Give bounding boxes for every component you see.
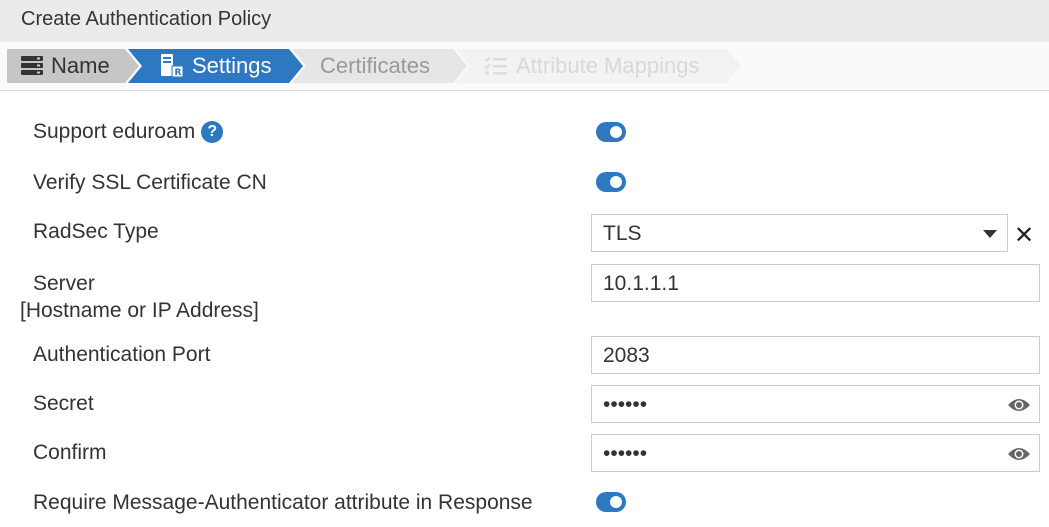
clear-icon[interactable]: ✕ <box>1014 221 1034 250</box>
step-label: Attribute Mappings <box>516 53 700 78</box>
require-msg-auth-label: Require Message-Authenticator attribute … <box>33 491 533 514</box>
server-icon <box>21 56 43 76</box>
confirm-label: Confirm <box>33 441 107 464</box>
checklist-icon <box>484 56 508 76</box>
radius-server-icon: R <box>160 54 184 78</box>
auth-port-input[interactable]: 2083 <box>591 336 1040 374</box>
secret-label: Secret <box>33 392 94 415</box>
help-icon[interactable]: ? <box>201 121 224 143</box>
step-attribute-mappings[interactable]: Attribute Mappings <box>456 49 741 83</box>
step-label: Settings <box>192 53 272 78</box>
require-msg-auth-toggle[interactable] <box>596 492 626 512</box>
secret-value: •••••• <box>603 393 648 416</box>
auth-port-label: Authentication Port <box>33 343 211 366</box>
chevron-down-icon <box>983 230 997 238</box>
eye-icon[interactable] <box>1007 395 1031 419</box>
server-sublabel: [Hostname or IP Address] <box>20 299 259 322</box>
label-text: Support eduroam <box>33 120 196 143</box>
verify-ssl-label: Verify SSL Certificate CN <box>33 171 267 194</box>
support-eduroam-label: Support eduroam? <box>33 120 224 144</box>
step-name[interactable]: Name <box>7 49 139 83</box>
step-label: Certificates <box>320 53 431 78</box>
step-settings[interactable]: R Settings <box>128 49 303 83</box>
server-label: Server <box>33 272 95 295</box>
verify-ssl-toggle[interactable] <box>596 172 626 192</box>
wizard-steps: Name R Settings Certificates Attribute M… <box>0 42 1049 91</box>
svg-text:R: R <box>175 68 182 78</box>
confirm-input[interactable]: •••••• <box>591 434 1040 472</box>
step-certificates[interactable]: Certificates <box>292 49 467 83</box>
step-label: Name <box>51 53 110 78</box>
dialog-title: Create Authentication Policy <box>0 0 1049 42</box>
eye-icon[interactable] <box>1007 444 1031 468</box>
radsec-type-select[interactable]: TLS <box>591 214 1008 252</box>
radsec-type-label: RadSec Type <box>33 220 159 243</box>
secret-input[interactable]: •••••• <box>591 385 1040 423</box>
support-eduroam-toggle[interactable] <box>596 122 626 142</box>
confirm-value: •••••• <box>603 442 648 465</box>
select-value: TLS <box>603 222 642 245</box>
server-input[interactable]: 10.1.1.1 <box>591 264 1040 302</box>
